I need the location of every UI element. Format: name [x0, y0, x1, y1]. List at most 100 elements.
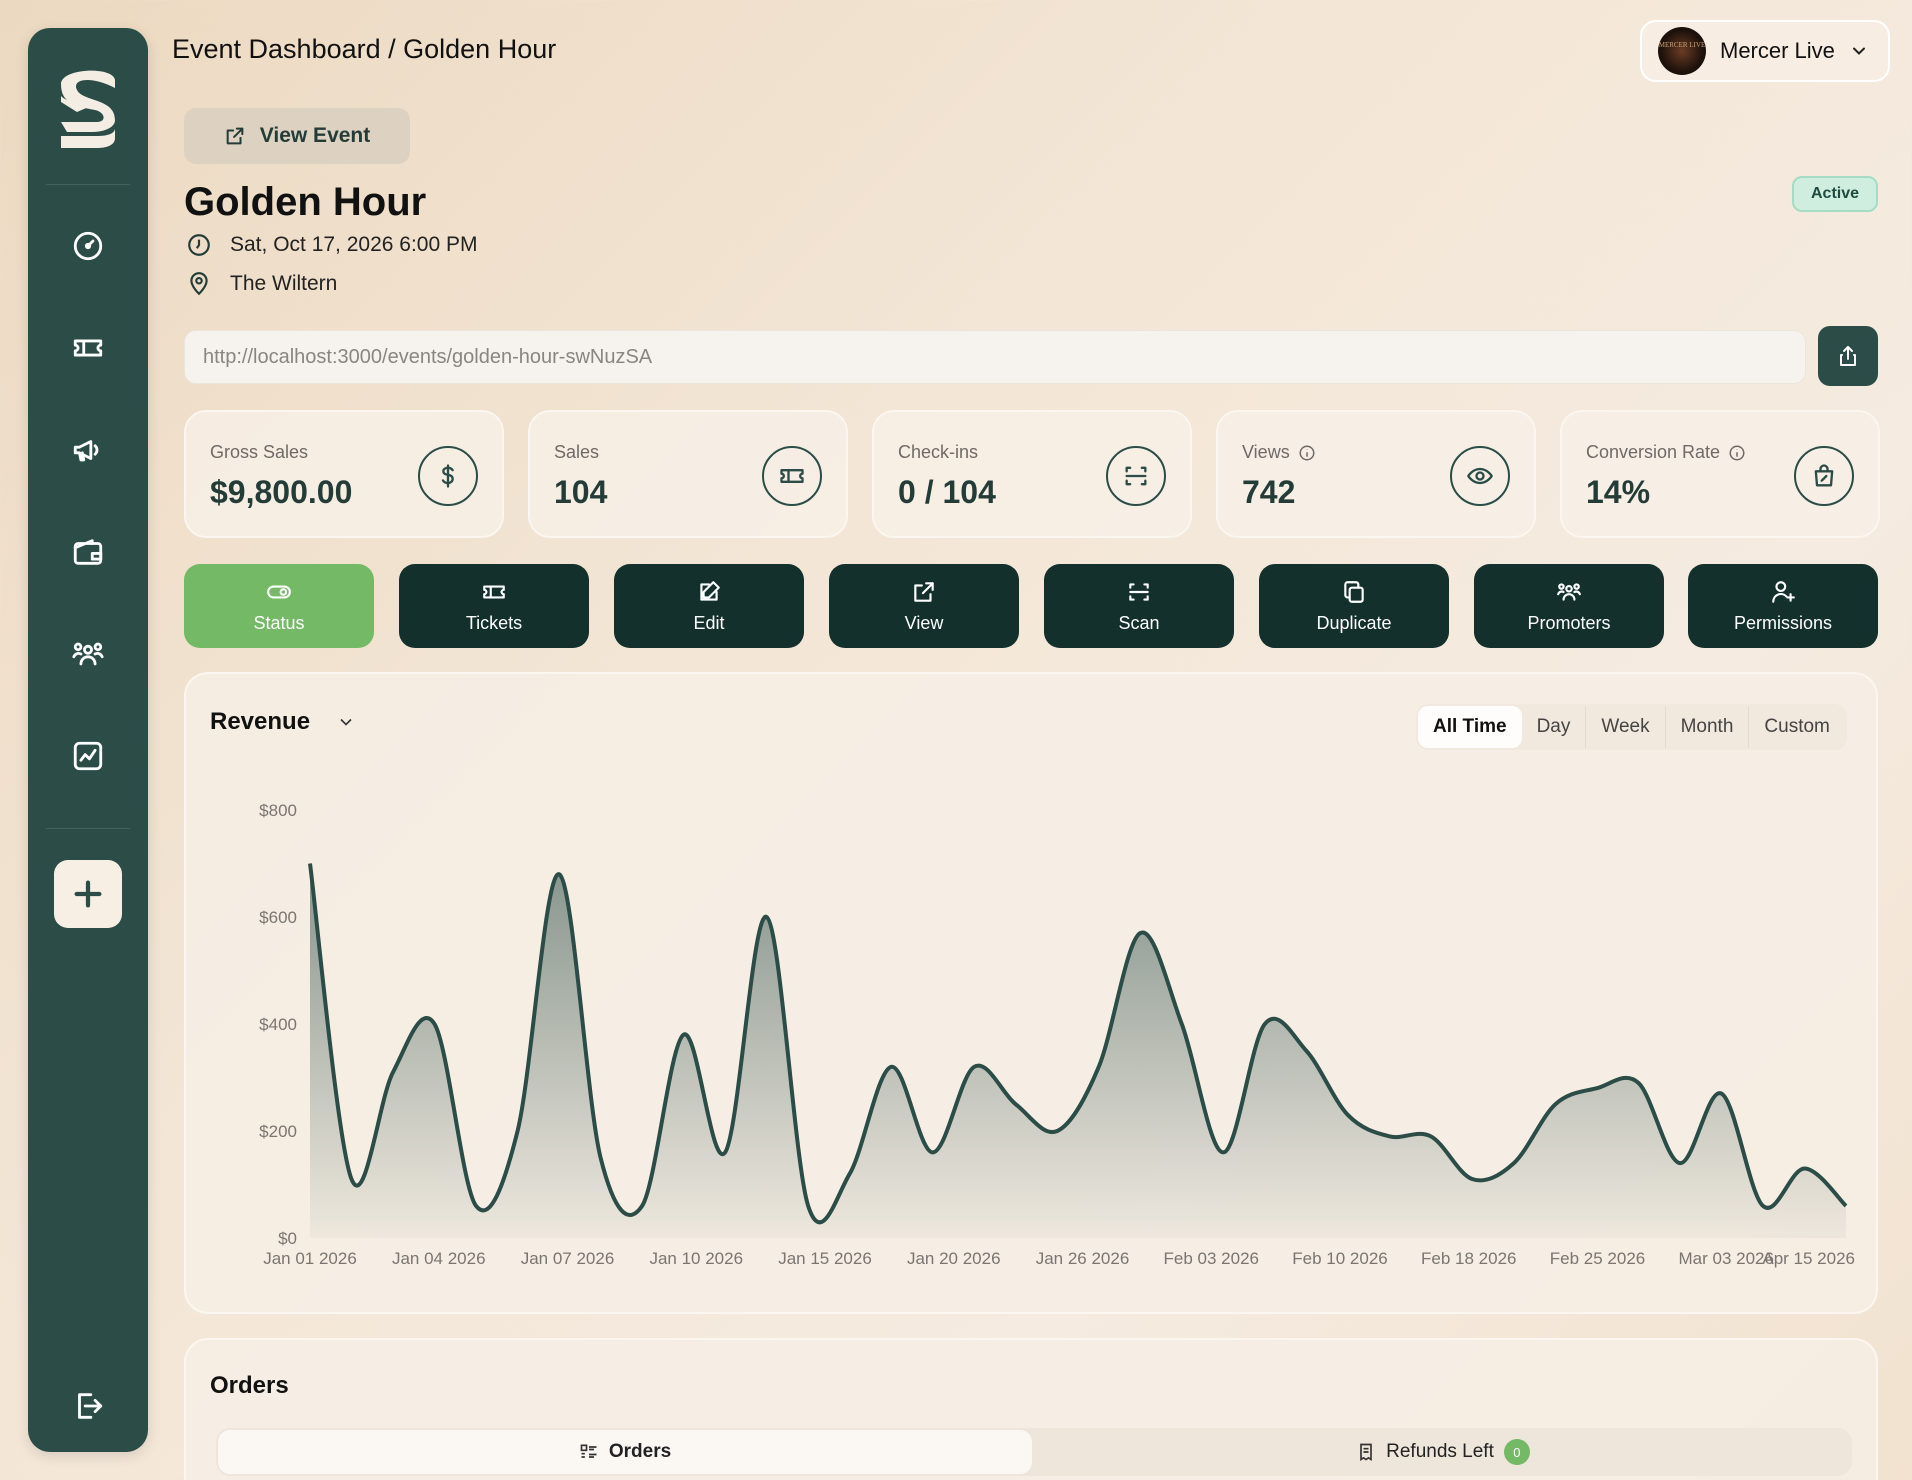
data-point[interactable]: [1134, 927, 1146, 939]
data-point[interactable]: [429, 1018, 441, 1030]
data-point[interactable]: [1425, 1130, 1437, 1142]
data-point[interactable]: [1259, 1018, 1271, 1030]
data-point[interactable]: [719, 1146, 731, 1158]
range-tab-week[interactable]: Week: [1586, 706, 1666, 748]
data-point[interactable]: [1508, 1157, 1520, 1169]
data-point[interactable]: [1632, 1077, 1644, 1089]
edit-button[interactable]: Edit: [614, 564, 804, 648]
sidebar-item-dashboard[interactable]: [68, 226, 108, 266]
refunds-count-badge: 0: [1503, 1439, 1530, 1465]
data-point[interactable]: [885, 1061, 897, 1073]
data-point[interactable]: [1217, 1146, 1229, 1158]
data-point[interactable]: [1466, 1173, 1478, 1185]
tab-orders[interactable]: Orders: [218, 1430, 1032, 1474]
data-point[interactable]: [1549, 1098, 1561, 1110]
stat-label-text: Check-ins: [898, 442, 979, 462]
tab-orders-label: Orders: [608, 1441, 672, 1462]
data-point[interactable]: [1051, 1125, 1063, 1137]
sidebar: [28, 28, 148, 1452]
data-point[interactable]: [470, 1200, 482, 1212]
data-point[interactable]: [678, 1029, 690, 1041]
revenue-title: Revenue: [210, 708, 311, 735]
scan-button[interactable]: Scan: [1044, 564, 1234, 648]
status-badge: Active: [1792, 176, 1878, 212]
logout-icon: [78, 1393, 103, 1419]
megaphone-icon: [73, 440, 99, 462]
data-point[interactable]: [1300, 1045, 1312, 1057]
list-icon: [580, 1444, 597, 1458]
sidebar-item-tickets[interactable]: [68, 328, 108, 368]
account-switcher[interactable]: MERCER LIVE Mercer Live: [1640, 20, 1890, 82]
copy-icon: [1344, 580, 1364, 603]
tab-refunds-left[interactable]: Refunds Left 0: [1036, 1430, 1850, 1474]
data-point[interactable]: [304, 858, 316, 870]
data-point[interactable]: [802, 1200, 814, 1212]
promoters-button[interactable]: Promoters: [1474, 564, 1664, 648]
external-link-icon: [226, 127, 244, 145]
orders-tabs: Orders Refunds Left 0: [216, 1428, 1852, 1476]
logout-button[interactable]: [68, 1386, 108, 1426]
data-point[interactable]: [1176, 1018, 1188, 1030]
range-tab-custom[interactable]: Custom: [1749, 706, 1844, 748]
stat-label-text: Conversion Rate: [1586, 442, 1721, 462]
sidebar-item-analytics[interactable]: [68, 736, 108, 776]
stat-value: 742: [1242, 474, 1296, 510]
data-point[interactable]: [1342, 1109, 1354, 1121]
sidebar-item-team[interactable]: [68, 634, 108, 674]
view-button[interactable]: View: [829, 564, 1019, 648]
action-label: Scan: [1118, 612, 1160, 633]
data-point[interactable]: [346, 1173, 358, 1185]
data-point[interactable]: [1715, 1088, 1727, 1100]
status-button[interactable]: Status: [184, 564, 374, 648]
view-event-button[interactable]: View Event: [184, 108, 410, 164]
revenue-metric-dropdown[interactable]: Revenue: [210, 708, 356, 736]
sidebar-item-marketing[interactable]: [68, 430, 108, 470]
location-pin-icon: [190, 272, 208, 296]
action-label: Duplicate: [1316, 612, 1392, 633]
range-tab-day[interactable]: Day: [1522, 706, 1587, 748]
data-point[interactable]: [1757, 1200, 1769, 1212]
data-point[interactable]: [968, 1061, 980, 1073]
permissions-button[interactable]: Permissions: [1688, 564, 1878, 648]
avatar: MERCER LIVE: [1658, 27, 1706, 75]
x-tick-label: Jan 15 2026: [778, 1249, 872, 1268]
x-tick-label: Jan 04 2026: [392, 1249, 486, 1268]
data-point[interactable]: [1674, 1157, 1686, 1169]
toggle-icon: [267, 585, 291, 598]
share-button[interactable]: [1818, 326, 1878, 386]
data-point[interactable]: [927, 1146, 939, 1158]
data-point[interactable]: [761, 911, 773, 923]
range-tab-all-time[interactable]: All Time: [1418, 706, 1522, 748]
data-point[interactable]: [1798, 1162, 1810, 1174]
range-tab-month[interactable]: Month: [1666, 706, 1750, 748]
stat-label: Views: [1242, 442, 1316, 463]
event-url-field[interactable]: http://localhost:3000/events/golden-hour…: [184, 330, 1806, 384]
stat-sales: Sales 104: [528, 410, 848, 538]
clock-icon: [188, 234, 210, 256]
data-point[interactable]: [636, 1200, 648, 1212]
data-point[interactable]: [1591, 1082, 1603, 1094]
brand-logo[interactable]: [53, 62, 123, 154]
data-point[interactable]: [1093, 1061, 1105, 1073]
add-event-button[interactable]: [54, 860, 122, 928]
x-tick-label: Jan 26 2026: [1036, 1249, 1130, 1268]
stat-gross-sales: Gross Sales $9,800.00: [184, 410, 504, 538]
data-point[interactable]: [1383, 1130, 1395, 1142]
sidebar-item-wallet[interactable]: [68, 532, 108, 572]
info-icon[interactable]: [1298, 444, 1316, 462]
orders-card: Orders Orders Refunds Left 0: [184, 1338, 1878, 1480]
data-point[interactable]: [844, 1168, 856, 1180]
data-point[interactable]: [1840, 1200, 1852, 1212]
data-point[interactable]: [1010, 1098, 1022, 1110]
tickets-button[interactable]: Tickets: [399, 564, 589, 648]
stat-conversion-rate: Conversion Rate 14%: [1560, 410, 1880, 538]
y-tick-label: $400: [259, 1015, 297, 1034]
x-tick-label: Mar 03 2026: [1679, 1249, 1774, 1268]
info-icon[interactable]: [1728, 444, 1746, 462]
data-point[interactable]: [553, 868, 565, 880]
data-point[interactable]: [387, 1066, 399, 1078]
data-point[interactable]: [595, 1152, 607, 1164]
duplicate-button[interactable]: Duplicate: [1259, 564, 1449, 648]
data-point[interactable]: [512, 1125, 524, 1137]
bag-percent-icon: [1794, 446, 1854, 506]
